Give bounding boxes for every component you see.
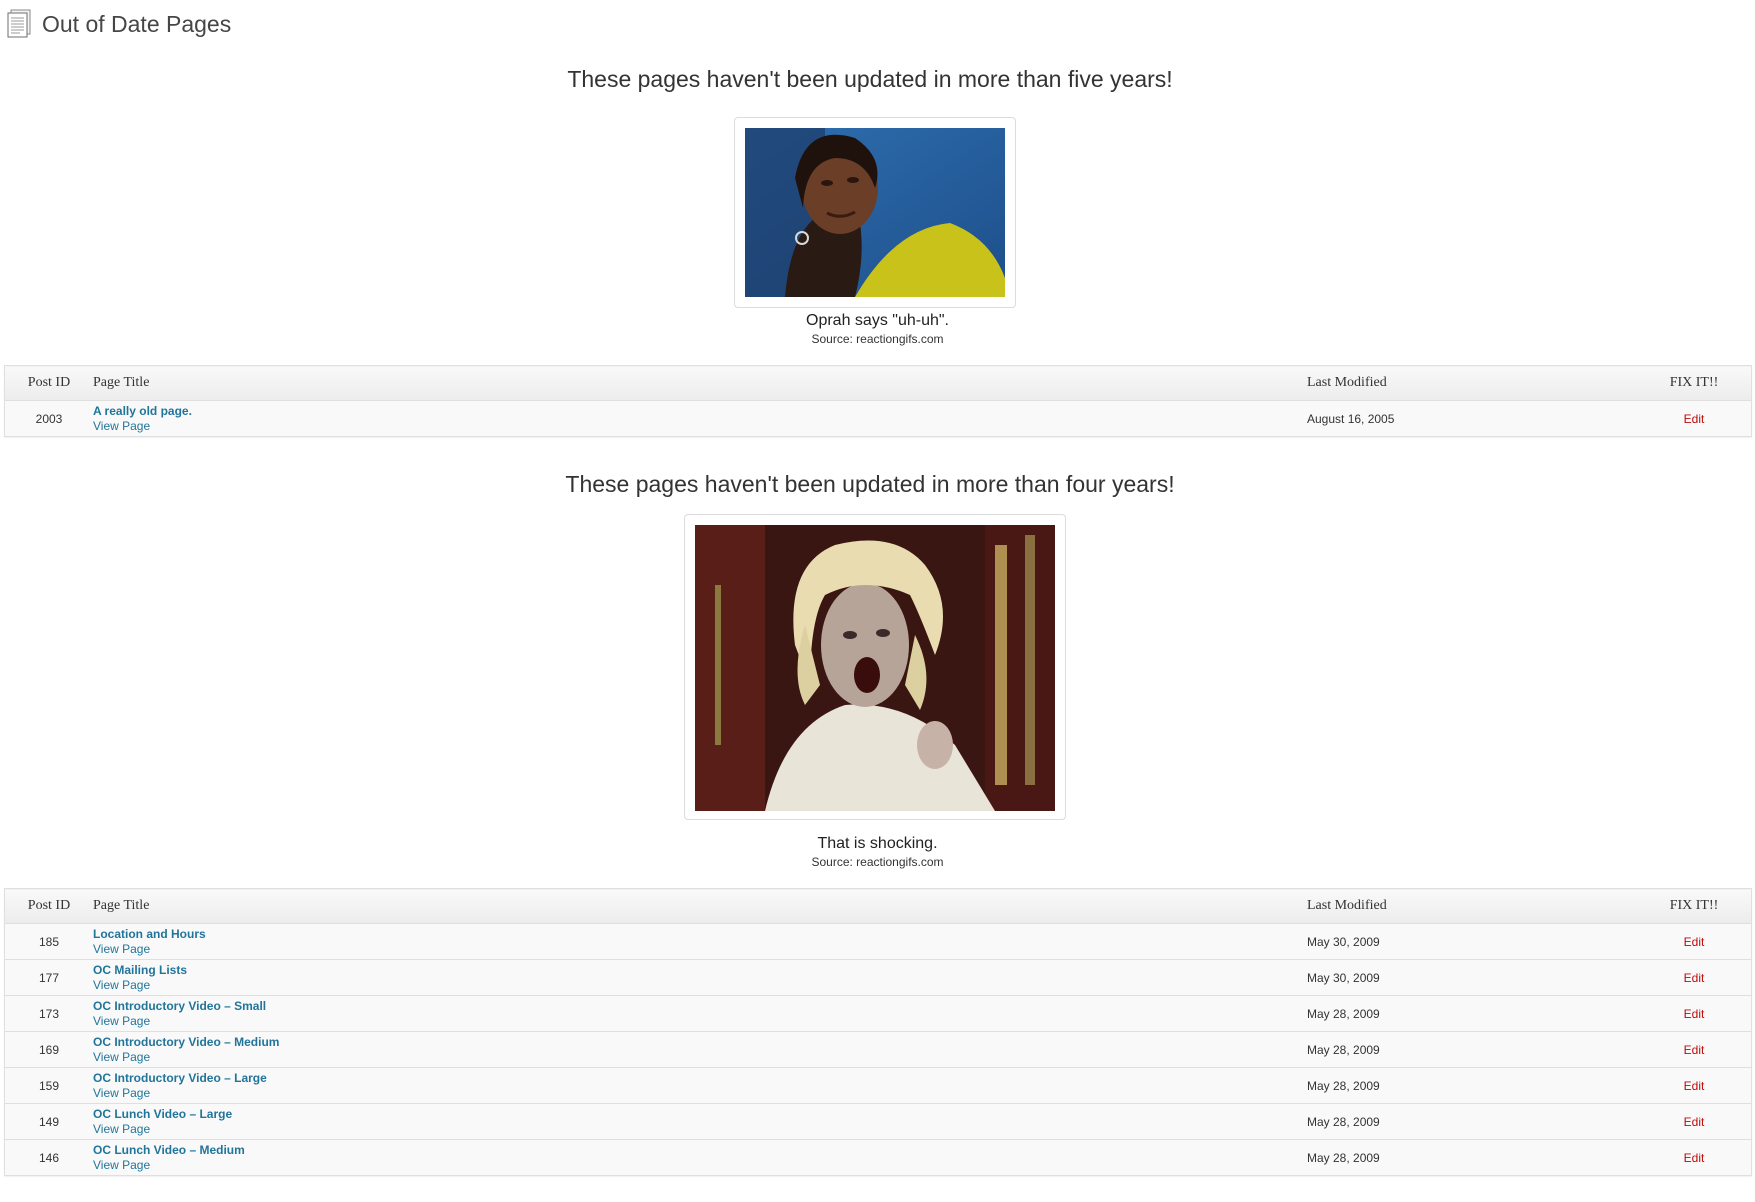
edit-link[interactable]: Edit [1684,1007,1705,1021]
section-heading: These pages haven't been updated in more… [567,66,1173,92]
last-modified-date: May 30, 2009 [1307,923,1637,960]
table-row: 169 OC Introductory Video – Medium View P… [4,1031,1752,1068]
column-last-modified[interactable]: Last Modified [1307,888,1637,924]
column-page-title[interactable]: Page Title [93,365,1307,401]
table-header-row: Post ID Page Title Last Modified FIX IT!… [4,365,1752,401]
section-heading: These pages haven't been updated in more… [565,471,1175,497]
table-row: 146 OC Lunch Video – Medium View Page May… [4,1139,1752,1176]
reaction-image-frame [734,117,1016,308]
post-id: 185 [4,923,93,960]
post-id: 146 [4,1139,93,1176]
edit-link[interactable]: Edit [1684,412,1705,426]
edit-link[interactable]: Edit [1684,1079,1705,1093]
column-post-id[interactable]: Post ID [4,365,93,401]
table-row: 177 OC Mailing Lists View Page May 30, 20… [4,959,1752,996]
image-source: Source: reactiongifs.com [811,855,944,869]
page-title-link[interactable]: OC Introductory Video – Medium [93,1035,1307,1050]
last-modified-date: May 28, 2009 [1307,1067,1637,1104]
view-page-link[interactable]: View Page [93,419,1307,434]
pages-table: Post ID Page Title Last Modified FIX IT!… [4,888,1752,1176]
view-page-link[interactable]: View Page [93,1158,1307,1173]
post-id: 169 [4,1031,93,1068]
post-id: 177 [4,959,93,996]
page-title-link[interactable]: A really old page. [93,404,1307,419]
table-header-row: Post ID Page Title Last Modified FIX IT!… [4,888,1752,924]
post-id: 173 [4,995,93,1032]
post-id: 159 [4,1067,93,1104]
column-fix-it: FIX IT!! [1637,365,1752,401]
image-caption: Oprah says "uh-uh". [806,312,949,329]
image-caption: That is shocking. [817,835,938,852]
reaction-image [695,525,1055,811]
table-row: 185 Location and Hours View Page May 30, … [4,923,1752,960]
edit-link[interactable]: Edit [1684,1151,1705,1165]
reaction-image-frame [684,514,1066,820]
post-id: 149 [4,1103,93,1140]
post-id: 2003 [4,400,93,437]
page-title: Out of Date Pages [42,10,232,37]
table-row: 159 OC Introductory Video – Large View Pa… [4,1067,1752,1104]
edit-link[interactable]: Edit [1684,971,1705,985]
page-header: Out of Date Pages [6,8,231,40]
pages-icon [6,9,32,39]
edit-link[interactable]: Edit [1684,1115,1705,1129]
table-row: 149 OC Lunch Video – Large View Page May … [4,1103,1752,1140]
page-title-link[interactable]: OC Lunch Video – Medium [93,1143,1307,1158]
last-modified-date: May 30, 2009 [1307,959,1637,996]
last-modified-date: August 16, 2005 [1307,400,1637,437]
column-post-id[interactable]: Post ID [4,888,93,924]
reaction-image [745,128,1005,297]
last-modified-date: May 28, 2009 [1307,1139,1637,1176]
edit-link[interactable]: Edit [1684,1043,1705,1057]
table-row: 173 OC Introductory Video – Small View Pa… [4,995,1752,1032]
page-title-link[interactable]: Location and Hours [93,927,1307,942]
view-page-link[interactable]: View Page [93,1086,1307,1101]
view-page-link[interactable]: View Page [93,1014,1307,1029]
page-title-link[interactable]: OC Introductory Video – Small [93,999,1307,1014]
table-row: 2003 A really old page. View Page August … [4,400,1752,437]
view-page-link[interactable]: View Page [93,1122,1307,1137]
last-modified-date: May 28, 2009 [1307,1031,1637,1068]
page-title-link[interactable]: OC Introductory Video – Large [93,1071,1307,1086]
pages-table: Post ID Page Title Last Modified FIX IT!… [4,365,1752,437]
page-title-link[interactable]: OC Mailing Lists [93,963,1307,978]
column-fix-it: FIX IT!! [1637,888,1752,924]
edit-link[interactable]: Edit [1684,935,1705,949]
column-last-modified[interactable]: Last Modified [1307,365,1637,401]
view-page-link[interactable]: View Page [93,942,1307,957]
view-page-link[interactable]: View Page [93,978,1307,993]
page-title-link[interactable]: OC Lunch Video – Large [93,1107,1307,1122]
last-modified-date: May 28, 2009 [1307,995,1637,1032]
view-page-link[interactable]: View Page [93,1050,1307,1065]
column-page-title[interactable]: Page Title [93,888,1307,924]
last-modified-date: May 28, 2009 [1307,1103,1637,1140]
image-source: Source: reactiongifs.com [811,332,944,346]
